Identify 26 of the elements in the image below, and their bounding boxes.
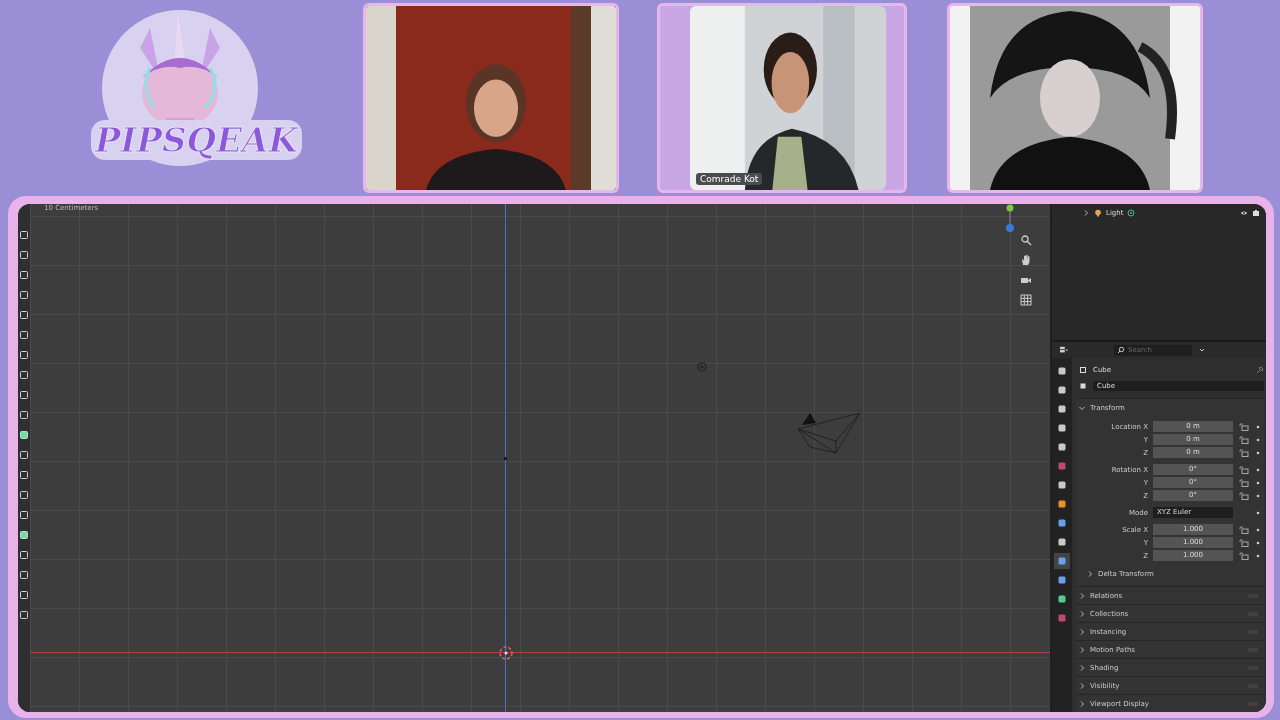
light-icon <box>696 361 708 373</box>
light-bulb-icon <box>1094 209 1102 217</box>
3d-cursor-icon <box>498 645 514 661</box>
origin-dot <box>504 457 507 460</box>
lock-icon[interactable] <box>1239 478 1249 487</box>
lock-icon[interactable] <box>1239 551 1249 560</box>
lock-icon[interactable] <box>1239 491 1249 500</box>
lock-icon[interactable] <box>1239 435 1249 444</box>
lock-icon[interactable] <box>1239 465 1249 474</box>
lock-icon[interactable] <box>1239 525 1249 534</box>
lock-icon[interactable] <box>1239 422 1249 431</box>
camera-icon[interactable] <box>1252 209 1260 217</box>
zoom-icon[interactable] <box>1020 234 1032 246</box>
participant-name: Comrade Kot <box>696 173 763 185</box>
lock-icon[interactable] <box>1239 538 1249 547</box>
logo-text: PIPSQEAK <box>91 120 303 160</box>
lock-icon[interactable] <box>1239 448 1249 457</box>
eye-icon[interactable] <box>1240 209 1248 217</box>
pin-icon[interactable] <box>1256 366 1264 374</box>
camera-wireframe-drawing <box>796 411 862 455</box>
editor-type-icon[interactable] <box>1060 346 1068 354</box>
grid-icon[interactable] <box>1020 294 1032 306</box>
hand-icon[interactable] <box>1020 254 1032 266</box>
search-icon <box>1117 346 1125 354</box>
chevron-icon[interactable] <box>1082 209 1090 217</box>
light-data-icon <box>1127 209 1136 217</box>
